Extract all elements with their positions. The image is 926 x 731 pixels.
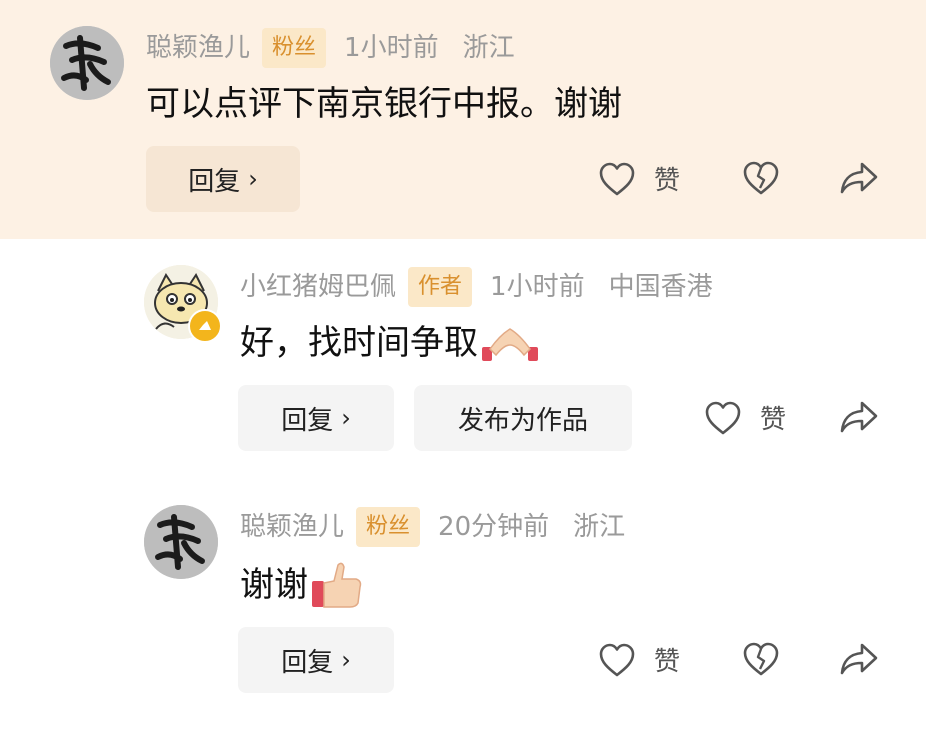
share-arrow-icon — [840, 401, 878, 433]
reply-label: 回复 — [188, 166, 241, 197]
comment-location: 浙江 — [462, 33, 515, 63]
comment-time: 20分钟前 — [438, 512, 550, 542]
like-button[interactable]: 赞 — [598, 641, 680, 678]
reply-button[interactable]: 回复 › — [146, 146, 300, 212]
comment-location: 中国香港 — [608, 272, 713, 302]
author-name[interactable]: 小红猪姆巴佩 — [240, 269, 396, 305]
comment-time: 1小时前 — [344, 33, 439, 63]
dislike-button[interactable] — [742, 641, 780, 677]
comment-text-content: 可以点评下南京银行中报。谢谢 — [146, 84, 622, 124]
publish-label: 发布为作品 — [457, 405, 588, 436]
share-arrow-icon — [840, 643, 878, 675]
like-button[interactable]: 赞 — [598, 160, 680, 197]
broken-heart-icon — [743, 642, 779, 676]
chevron-right-icon: › — [248, 165, 258, 193]
heart-outline-icon — [599, 162, 635, 195]
comment-meta: 聪颖渔儿 粉丝 1小时前 浙江 — [146, 28, 515, 68]
calligraphy-avatar-icon — [144, 505, 218, 579]
palms-together-icon — [482, 328, 538, 361]
reply-button[interactable]: 回复 › — [238, 627, 394, 693]
reply-button[interactable]: 回复 › — [238, 385, 394, 451]
avatar[interactable] — [144, 505, 218, 579]
chevron-right-icon: › — [341, 646, 351, 674]
comment-text: 谢谢 — [240, 559, 364, 611]
reply-label: 回复 — [281, 405, 334, 436]
calligraphy-avatar-icon — [50, 26, 124, 100]
comment-item-3: 聪颖渔儿 粉丝 20分钟前 浙江 谢谢 回复 › 赞 — [0, 481, 926, 731]
verified-badge-icon — [188, 309, 222, 343]
comment-meta: 小红猪姆巴佩 作者 1小时前 中国香港 — [240, 267, 713, 307]
comment-text: 可以点评下南京银行中报。谢谢 — [146, 82, 622, 126]
comment-text-content: 谢谢 — [240, 565, 308, 605]
publish-as-work-button[interactable]: 发布为作品 — [414, 385, 632, 451]
author-name[interactable]: 聪颖渔儿 — [240, 509, 344, 545]
share-button[interactable] — [838, 641, 880, 677]
author-badge: 作者 — [408, 267, 473, 307]
fan-badge: 粉丝 — [356, 507, 421, 547]
comment-time: 1小时前 — [490, 272, 585, 302]
thumbs-up-icon — [312, 562, 362, 608]
fan-badge: 粉丝 — [262, 28, 327, 68]
comment-location: 浙江 — [573, 512, 626, 542]
heart-outline-icon — [705, 401, 741, 434]
share-button[interactable] — [838, 160, 880, 196]
comment-meta: 聪颖渔儿 粉丝 20分钟前 浙江 — [240, 507, 625, 547]
comment-item-2: 小红猪姆巴佩 作者 1小时前 中国香港 好，找时间争取 回复 › 发布为作品 赞 — [0, 239, 926, 481]
chevron-right-icon: › — [341, 404, 351, 432]
heart-outline-icon — [599, 643, 635, 676]
share-button[interactable] — [838, 399, 880, 435]
share-arrow-icon — [840, 162, 878, 194]
like-label: 赞 — [760, 405, 787, 435]
like-label: 赞 — [654, 647, 681, 677]
author-name[interactable]: 聪颖渔儿 — [146, 30, 250, 66]
reply-label: 回复 — [281, 647, 334, 678]
avatar[interactable] — [50, 26, 124, 100]
comment-item-1: 聪颖渔儿 粉丝 1小时前 浙江 可以点评下南京银行中报。谢谢 回复 › 赞 — [0, 0, 926, 239]
like-button[interactable]: 赞 — [704, 399, 786, 436]
broken-heart-icon — [743, 161, 779, 195]
comment-text: 好，找时间争取 — [240, 321, 540, 365]
dislike-button[interactable] — [742, 160, 780, 196]
like-label: 赞 — [654, 166, 681, 196]
comment-text-content: 好，找时间争取 — [240, 323, 478, 363]
